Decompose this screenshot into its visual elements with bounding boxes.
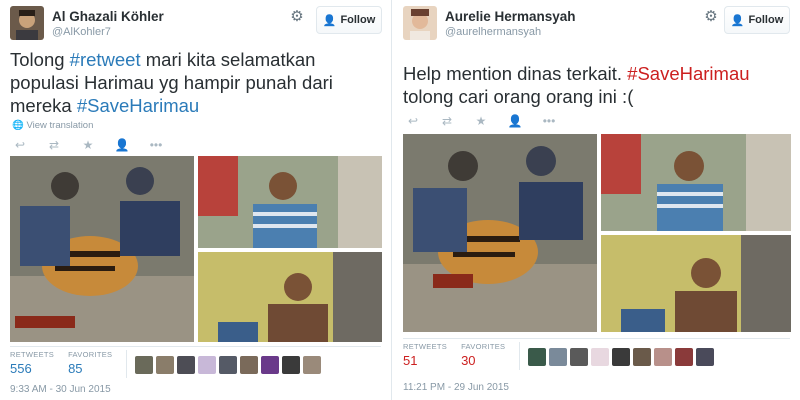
tweet-text-part: populasi Harimau yg hampir punah dari [10,72,333,93]
hashtag-link[interactable]: #retweet [70,49,141,70]
retweet-icon[interactable]: ⇄ [46,138,62,152]
favoriter-avatar[interactable] [156,356,175,374]
retweets-count: 51 [403,353,418,368]
photo-tiger-1[interactable] [10,156,194,342]
favoriter-avatar[interactable] [177,356,196,374]
favoriter-avatar[interactable] [282,356,301,374]
favoriter-avatar[interactable] [261,356,280,374]
favorites-stat[interactable]: FAVORITES 85 [68,350,112,376]
user-handle[interactable]: @AlKohler7 [52,26,111,38]
favoriter-avatar[interactable] [675,348,694,366]
favoriter-avatars [528,348,715,366]
favoriter-avatar[interactable] [528,348,547,366]
follow-button[interactable]: 👤 Follow [316,6,382,34]
avatar[interactable] [10,6,44,40]
add-user-icon: 👤 [322,14,337,27]
view-translation-label: View translation [26,120,94,131]
photo-grid[interactable] [10,156,382,342]
favoriter-avatar[interactable] [612,348,631,366]
favorites-label: FAVORITES [461,342,506,351]
favorites-label: FAVORITES [68,350,113,359]
user-icon[interactable]: 👤 [507,114,523,128]
user-icon[interactable]: 👤 [114,138,130,152]
tweet-actions: ↩ ⇄ ★ 👤 ••• [405,114,557,128]
favorites-count: 30 [461,353,476,368]
view-translation-link[interactable]: 🌐 View translation [12,120,93,131]
tweet-text-part: mari kita selamatkan [140,49,316,70]
user-name[interactable]: Aurelie Hermansyah [445,9,576,24]
favoriter-avatar[interactable] [591,348,610,366]
retweet-icon[interactable]: ⇄ [439,114,455,128]
photo-grid[interactable] [403,134,791,332]
favoriter-avatar[interactable] [240,356,259,374]
follow-button[interactable]: 👤 Follow [724,6,790,34]
photo-man-1[interactable] [601,134,791,231]
photo-man-2[interactable] [601,235,791,332]
tweet-actions: ↩ ⇄ ★ 👤 ••• [12,138,164,152]
more-icon[interactable]: ••• [148,138,164,152]
photo-tiger-1[interactable] [403,134,597,332]
photo-man-1[interactable] [198,156,382,248]
hashtag-link[interactable]: #SaveHarimau [77,95,199,116]
favoriter-avatars [135,356,322,374]
follow-label: Follow [340,14,376,26]
gear-icon[interactable]: ⚙ [289,9,305,25]
stats-divider [519,342,521,370]
tweet-text: Tolong #retweet mari kita selamatkan pop… [10,48,380,117]
tweet-left: Al Ghazali Köhler @AlKohler7 ⚙ 👤 Follow … [0,0,392,400]
favoriter-avatar[interactable] [303,356,322,374]
more-icon[interactable]: ••• [541,114,557,128]
favoriter-avatar[interactable] [219,356,238,374]
tweet-stats: RETWEETS 51 FAVORITES 30 [403,342,715,370]
stats-divider [126,350,128,378]
tweet-text-part: Tolong [10,49,70,70]
favoriter-avatar[interactable] [696,348,715,366]
retweets-stat[interactable]: RETWEETS 51 [403,342,447,368]
divider [403,338,790,339]
retweets-label: RETWEETS [403,342,448,351]
globe-icon: 🌐 [12,120,24,131]
favorites-count: 85 [68,361,83,376]
gear-icon[interactable]: ⚙ [703,9,719,25]
tweet-stats: RETWEETS 556 FAVORITES 85 [10,350,322,378]
favoriter-avatar[interactable] [633,348,652,366]
photo-man-2[interactable] [198,252,382,342]
favoriter-avatar[interactable] [135,356,154,374]
tweet-header: Al Ghazali Köhler @AlKohler7 ⚙ 👤 Follow [10,6,382,42]
reply-icon[interactable]: ↩ [12,138,28,152]
follow-label: Follow [748,14,784,26]
divider [10,346,381,347]
favoriter-avatar[interactable] [570,348,589,366]
tweet-timestamp[interactable]: 9:33 AM - 30 Jun 2015 [10,384,111,395]
tweet-text-part: tolong cari orang orang ini :( [403,86,634,107]
user-name[interactable]: Al Ghazali Köhler [52,9,164,24]
favoriter-avatar[interactable] [654,348,673,366]
star-icon[interactable]: ★ [473,114,489,128]
tweet-text: Help mention dinas terkait. #SaveHarimau… [403,62,793,108]
favorites-stat[interactable]: FAVORITES 30 [461,342,505,368]
hashtag-link[interactable]: #SaveHarimau [627,63,749,84]
tweet-text-part: Help mention dinas terkait. [403,63,628,84]
star-icon[interactable]: ★ [80,138,96,152]
retweets-stat[interactable]: RETWEETS 556 [10,350,54,376]
tweet-right: Aurelie Hermansyah @aurelhermansyah ⚙ 👤 … [393,0,800,400]
retweets-count: 556 [10,361,32,376]
tweet-text-part: mereka [10,95,77,116]
tweet-timestamp[interactable]: 11:21 PM - 29 Jun 2015 [403,382,509,393]
user-handle[interactable]: @aurelhermansyah [445,26,541,38]
favoriter-avatar[interactable] [549,348,568,366]
reply-icon[interactable]: ↩ [405,114,421,128]
tweet-header: Aurelie Hermansyah @aurelhermansyah ⚙ 👤 … [403,6,790,42]
favoriter-avatar[interactable] [198,356,217,374]
add-user-icon: 👤 [730,14,745,27]
avatar[interactable] [403,6,437,40]
retweets-label: RETWEETS [10,350,55,359]
